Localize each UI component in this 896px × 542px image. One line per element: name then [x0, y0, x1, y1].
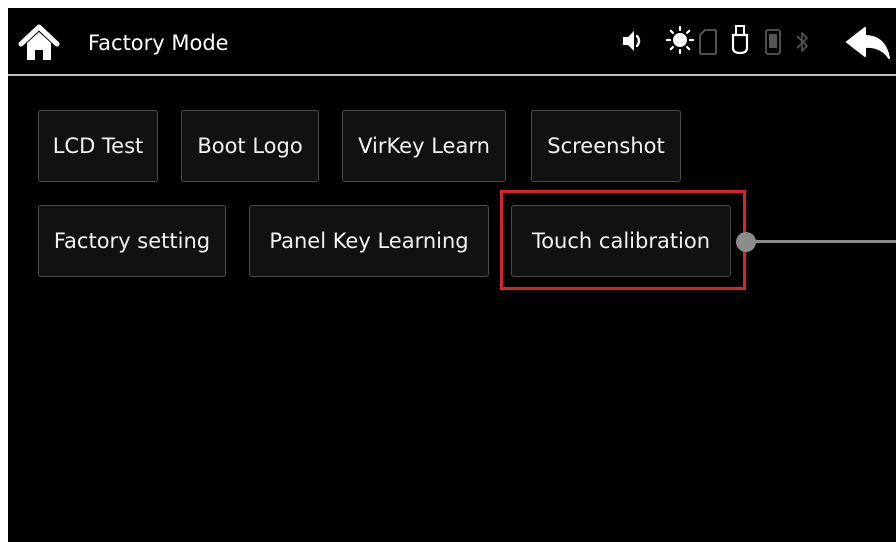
lcd-test-button[interactable]: LCD Test [38, 110, 158, 182]
device-screen: Factory Mode LCD Test Boot Logo VirKey L… [8, 8, 896, 542]
sd-card-icon [699, 29, 717, 55]
header-divider [8, 74, 896, 76]
back-arrow-icon[interactable] [845, 26, 891, 62]
page-title: Factory Mode [88, 31, 229, 55]
callout-line [750, 240, 896, 243]
screenshot-button[interactable]: Screenshot [531, 110, 681, 182]
speaker-icon [623, 31, 641, 51]
factory-setting-button[interactable]: Factory setting [38, 205, 226, 277]
callout-dot [736, 232, 756, 252]
brightness-icon [666, 26, 694, 54]
highlight-box [500, 190, 746, 290]
phone-icon [765, 29, 781, 55]
panel-key-learning-button[interactable]: Panel Key Learning [249, 205, 489, 277]
home-icon[interactable] [18, 22, 60, 64]
boot-logo-button[interactable]: Boot Logo [181, 110, 319, 182]
usb-icon [731, 25, 749, 55]
bluetooth-icon [796, 32, 808, 52]
top-bar: Factory Mode [8, 8, 896, 74]
virkey-learn-button[interactable]: VirKey Learn [342, 110, 506, 182]
